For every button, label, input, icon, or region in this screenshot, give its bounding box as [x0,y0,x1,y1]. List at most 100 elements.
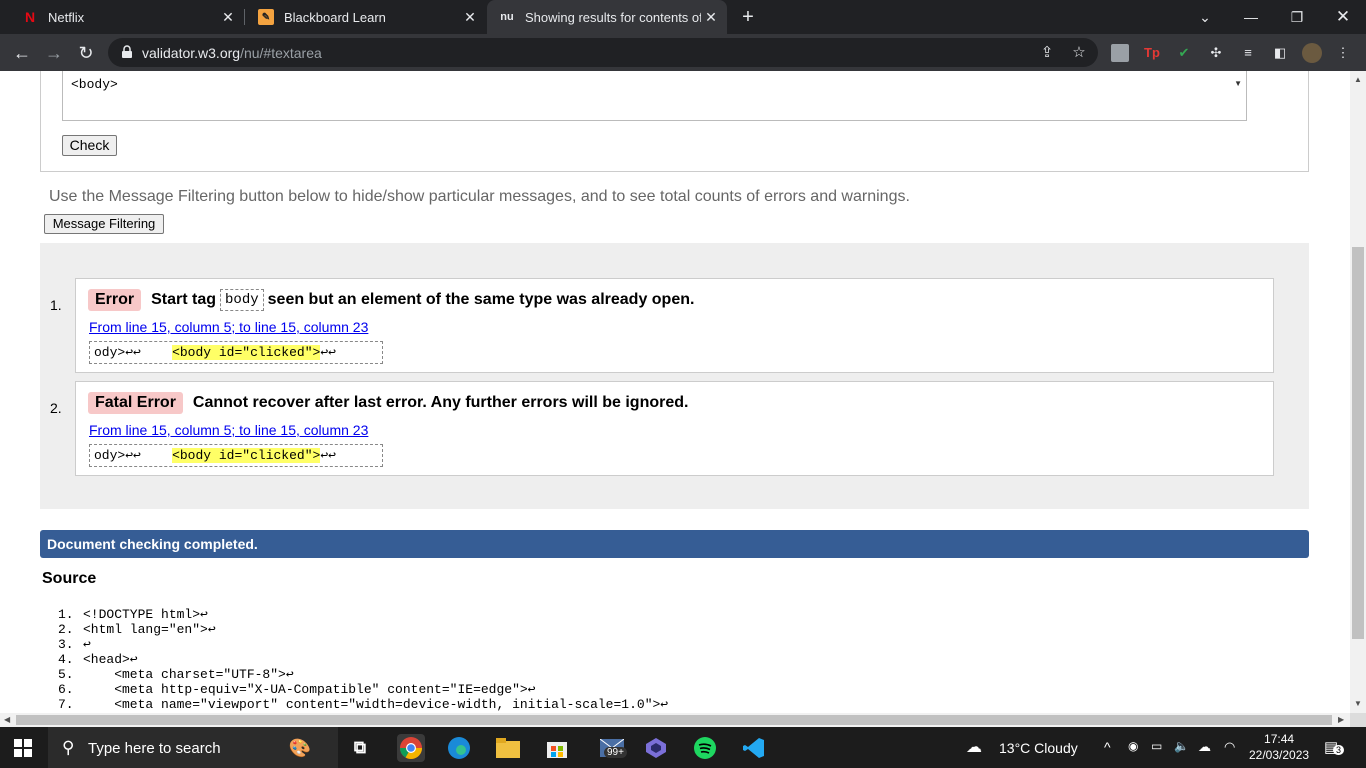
vertical-scroll-thumb[interactable] [1352,247,1364,639]
page-content: <body> <body id="clicked"> ▼ Check Use t… [0,71,1350,713]
source-textarea[interactable]: <body> <body id="clicked"> [62,71,1247,121]
textarea-scroll-down-icon[interactable]: ▼ [1234,79,1242,88]
edge-taskbar-icon[interactable] [445,734,473,762]
vertical-scrollbar[interactable]: ▲ ▼ [1350,71,1366,713]
source-line: 3. ↩ [58,637,91,652]
scroll-left-icon[interactable]: ◀ [4,715,10,724]
mail-badge: 99+ [604,747,627,758]
onedrive-icon[interactable]: ☁ [1198,739,1211,755]
fatal-error-message: 2. Fatal Error Cannot recover after last… [50,381,1274,476]
chrome-taskbar-icon[interactable] [397,734,425,762]
notifications-icon[interactable]: ▤ 3 [1324,738,1345,756]
location-link[interactable]: From line 15, column 5; to line 15, colu… [89,319,368,335]
highlighted-code: <body id="clicked"> [172,345,321,360]
code-extract: ody>↩↩ <body id="clicked">↩↩ [89,444,383,467]
volume-icon[interactable]: 🔈 [1174,739,1189,753]
windows-start-icon[interactable] [14,739,32,757]
tp-extension-icon[interactable]: Tp [1143,44,1161,62]
code-extract: ody>↩↩ <body id="clicked">↩↩ [89,341,383,364]
store-icon[interactable] [543,734,571,762]
message-number: 1. [50,297,62,313]
taskbar-clock[interactable]: 17:44 22/03/2023 [1249,731,1309,763]
code-term: body [220,289,264,311]
minimize-button[interactable]: — [1228,0,1274,34]
location-link[interactable]: From line 15, column 5; to line 15, colu… [89,422,368,438]
source-line: 7. <meta name="viewport" content="width=… [58,697,669,712]
source-heading: Source [42,570,97,587]
horizontal-scroll-thumb[interactable] [16,715,1332,725]
new-tab-button[interactable]: + [738,7,758,27]
results-panel: 1. Error Start tag body seen but an elem… [40,243,1309,509]
menu-kebab-icon[interactable]: ⋮ [1334,44,1352,62]
close-tab-icon[interactable]: ✕ [703,9,719,25]
scroll-corner [1350,713,1366,727]
weather-text[interactable]: 13°C Cloudy [999,740,1078,756]
tab-label: Blackboard Learn [284,9,386,25]
tab-validator[interactable]: nu Showing results for contents of t ✕ [487,0,727,34]
close-tab-icon[interactable]: ✕ [462,9,478,25]
shield-extension-icon[interactable]: ✔ [1175,44,1193,62]
reload-icon[interactable]: ↻ [74,41,98,65]
back-arrow-icon[interactable]: ← [10,41,34,65]
side-panel-icon[interactable]: ◧ [1271,44,1289,62]
clock-date: 22/03/2023 [1249,748,1310,762]
scroll-right-icon[interactable]: ▶ [1338,715,1344,724]
message-heading: Fatal Error Cannot recover after last er… [88,392,688,414]
input-form: <body> <body id="clicked"> ▼ Check [40,71,1309,172]
search-highlight-icon[interactable]: 🎨 [270,734,330,762]
horizontal-scrollbar[interactable]: ◀ ▶ [0,713,1350,727]
source-line: 4. <head>↩ [58,652,138,667]
check-button[interactable]: Check [62,135,117,156]
search-placeholder: Type here to search [88,740,221,757]
tab-netflix[interactable]: N Netflix ✕ [0,0,244,34]
message-text: seen but an element of the same type was… [267,291,695,308]
bookmark-star-icon[interactable]: ☆ [1070,44,1088,62]
address-bar[interactable]: validator.w3.org/nu/#textarea ⇪ ☆ [108,38,1098,67]
meet-now-icon[interactable]: ◉ [1128,739,1138,753]
message-text: Start tag [151,291,217,308]
profile-avatar[interactable] [1302,43,1322,63]
search-icon: ⚲ [62,738,75,757]
task-view-icon[interactable]: ⧉ [346,734,374,762]
extension-icon[interactable] [1111,44,1129,62]
nu-validator-icon: nu [500,11,514,23]
fatal-error-badge: Fatal Error [88,392,183,414]
extensions-puzzle-icon[interactable]: ✣ [1207,44,1225,62]
blackboard-icon: ✎ [258,9,274,25]
media-queue-icon[interactable]: ≡ [1239,44,1257,62]
show-hidden-icons-chevron-icon[interactable]: ^ [1104,739,1111,755]
weather-cloud-icon[interactable]: ☁ [966,737,982,757]
notification-count: 3 [1333,745,1345,755]
tab-label: Showing results for contents of t [525,9,701,25]
tab-blackboard[interactable]: ✎ Blackboard Learn ✕ [236,0,486,34]
close-window-button[interactable]: ✕ [1320,0,1366,34]
scroll-down-icon[interactable]: ▼ [1354,699,1362,708]
forward-arrow-icon[interactable]: → [42,41,66,65]
message-number: 2. [50,400,62,416]
source-line: 6. <meta http-equiv="X-UA-Compatible" co… [58,682,536,697]
message-text: Cannot recover after last error. Any fur… [192,394,689,411]
restore-button[interactable]: ❐ [1274,0,1320,34]
vscode-icon[interactable] [740,734,768,762]
browser-toolbar: ← → ↻ validator.w3.org/nu/#textarea ⇪ ☆ … [0,34,1366,71]
mail-icon[interactable]: 99+ [594,734,630,762]
tab-strip: N Netflix ✕ ✎ Blackboard Learn ✕ nu Show… [0,0,1366,34]
close-tab-icon[interactable]: ✕ [220,9,236,25]
spotify-icon[interactable] [691,734,719,762]
filter-hint-text: Use the Message Filtering button below t… [49,188,910,205]
app-icon[interactable] [642,734,670,762]
scroll-up-icon[interactable]: ▲ [1354,75,1362,84]
tab-label: Netflix [48,9,85,25]
url-text: validator.w3.org/nu/#textarea [142,45,322,61]
battery-icon[interactable]: ▭ [1151,739,1162,753]
lock-icon [122,45,132,58]
message-filtering-button[interactable]: Message Filtering [44,214,164,234]
share-icon[interactable]: ⇪ [1038,44,1056,62]
source-line: 1. <!DOCTYPE html>↩ [58,607,208,622]
highlighted-code: <body id="clicked"> [172,448,321,463]
clock-time: 17:44 [1264,732,1295,746]
file-explorer-icon[interactable] [494,734,522,762]
netflix-icon: N [24,9,36,25]
wifi-icon[interactable]: ◠ [1224,739,1235,755]
tab-search-chevron-icon[interactable]: ⌄ [1182,0,1228,34]
